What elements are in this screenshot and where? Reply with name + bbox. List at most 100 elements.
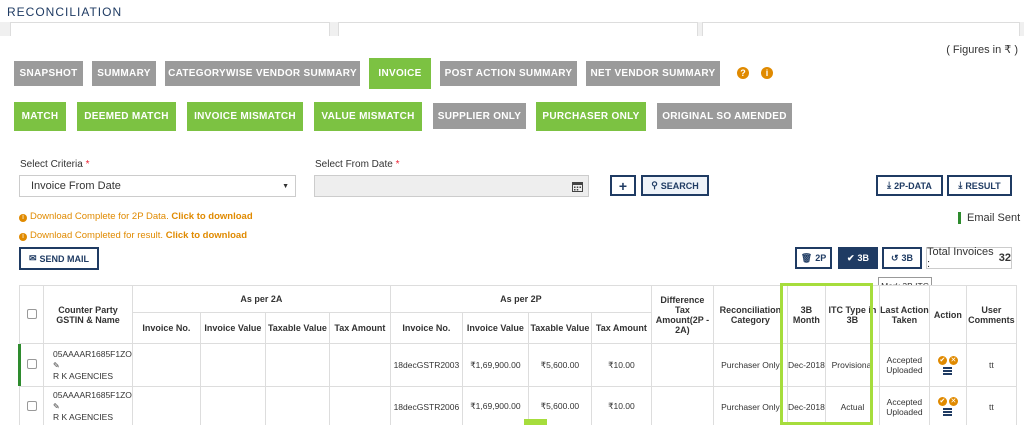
list-icon[interactable] (943, 366, 953, 375)
click-to-download-link[interactable]: Click to download (171, 211, 252, 222)
cell-2a-invoice-no (131, 343, 201, 387)
tab-strip-segment (702, 22, 1020, 36)
counterparty-cell: 05AAAAR1685F1ZO ✎ R K AGENCIES (43, 386, 133, 425)
horizontal-scrollbar-thumb[interactable] (524, 419, 547, 425)
check-circle-icon: ✔ (846, 252, 855, 263)
subtab-deemed-match[interactable]: DEEMED MATCH (77, 102, 176, 131)
subtab-supplier-only[interactable]: SUPPLIER ONLY (433, 103, 526, 129)
mark-2p-button[interactable]: 🗑 2P (795, 247, 832, 269)
cell-2p-tax-amount: ₹10.00 (590, 343, 652, 387)
cell-difference (650, 386, 714, 425)
counterparty-name: R K AGENCIES (53, 370, 113, 381)
subtab-invoice-mismatch[interactable]: INVOICE MISMATCH (187, 102, 303, 131)
cell-2p-invoice-value: ₹1,69,900.00 (461, 343, 529, 387)
col-3b-month: 3B Month (786, 285, 826, 344)
subtab-purchaser-only[interactable]: PURCHASER ONLY (536, 102, 646, 131)
edit-icon[interactable]: ✎ (53, 361, 60, 370)
tab-strip-segment (338, 22, 698, 36)
calendar-icon[interactable] (566, 176, 588, 196)
download-icon: ⤓ (958, 180, 963, 190)
cell-2a-tax-amount (328, 386, 391, 425)
select-all-checkbox[interactable] (26, 308, 37, 319)
counterparty-name: R K AGENCIES (53, 412, 113, 422)
col-2a-invoice-value: Invoice Value (199, 312, 266, 344)
download-2p-data-button[interactable]: ⤓ 2P-DATA (876, 175, 943, 196)
col-2p-tax-amount: Tax Amount (590, 312, 652, 344)
add-button[interactable]: + (610, 175, 636, 196)
col-2a-taxable-value: Taxable Value (264, 312, 330, 344)
criteria-select-value: Invoice From Date (31, 180, 121, 192)
subtab-value-mismatch[interactable]: VALUE MISMATCH (314, 102, 422, 131)
tab-post-action-summary[interactable]: POST ACTION SUMMARY (440, 61, 577, 86)
help-question-icon[interactable]: ? (737, 67, 749, 79)
cell-2a-tax-amount (328, 343, 391, 387)
col-2p-taxable-value: Taxable Value (527, 312, 592, 344)
col-itc-type: ITC Type in 3B (824, 285, 880, 344)
table-row[interactable]: 05AAAAR1685F1ZO ✎ R K AGENCIES 18decGSTR… (19, 386, 1017, 425)
table-row[interactable]: 05AAAAR1685F1ZO ✎ R K AGENCIES 18decGSTR… (19, 343, 1017, 387)
criteria-label: Select Criteria * (20, 159, 90, 170)
cell-3b-month: Dec-2018 (786, 343, 826, 387)
undo-3b-button[interactable]: ↺ 3B (882, 247, 922, 269)
accept-icon[interactable]: ✔ (937, 397, 947, 406)
mail-icon: ✉ (28, 253, 37, 263)
from-date-input[interactable] (314, 175, 589, 197)
counterparty-cell: 05AAAAR1685F1ZO ✎ R K AGENCIES (43, 343, 133, 387)
col-2p-invoice-value: Invoice Value (461, 312, 529, 344)
download-note-result: i Download Completed for result. Click to… (19, 230, 247, 241)
tab-snapshot[interactable]: SNAPSHOT (14, 61, 83, 86)
cell-3b-month: Dec-2018 (786, 386, 826, 425)
search-button[interactable]: ⚲ SEARCH (641, 175, 709, 196)
click-to-download-link[interactable]: Click to download (166, 230, 247, 241)
col-comments: User Comments (965, 285, 1017, 344)
cell-difference (650, 343, 714, 387)
cell-2a-invoice-no (131, 386, 201, 425)
row-checkbox[interactable] (26, 359, 37, 369)
gstin: 05AAAAR1685F1ZO (53, 348, 132, 359)
criteria-select[interactable]: Invoice From Date ▼ (19, 175, 296, 197)
col-counterparty: Counter Party GSTIN & Name (43, 285, 133, 344)
info-icon: i (19, 214, 27, 222)
page-title: RECONCILIATION (7, 5, 123, 19)
tab-categorywise-vendor-summary[interactable]: CATEGORYWISE VENDOR SUMMARY (165, 61, 360, 86)
mark-3b-button[interactable]: ✔ 3B (838, 247, 878, 269)
cell-action: ✔ ✕ (928, 386, 967, 425)
cell-itc-type: Provisional (824, 343, 880, 387)
accept-icon[interactable]: ✔ (937, 355, 947, 365)
info-icon[interactable]: i (761, 67, 773, 79)
cell-2p-invoice-no: 18decGSTR2006 (389, 386, 463, 425)
info-icon: i (19, 233, 27, 241)
reject-icon[interactable]: ✕ (948, 397, 958, 406)
subtab-match[interactable]: MATCH (14, 102, 66, 131)
row-checkbox[interactable] (26, 400, 37, 411)
gstin: 05AAAAR1685F1ZO (53, 390, 132, 400)
cell-category: Purchaser Only (712, 343, 788, 387)
top-tab-strip (0, 22, 1024, 36)
cell-comment: tt (965, 343, 1017, 387)
download-result-button[interactable]: ⤓ RESULT (947, 175, 1012, 196)
subtab-original-so-amended[interactable]: ORIGINAL SO AMENDED (657, 103, 792, 129)
tab-invoice[interactable]: INVOICE (369, 58, 431, 89)
cell-last-action: Accepted Uploaded (878, 386, 930, 425)
col-2a-invoice-no: Invoice No. (131, 312, 201, 344)
cell-2a-taxable-value (264, 386, 330, 425)
figures-note: ( Figures in ₹ ) (946, 44, 1018, 56)
cell-category: Purchaser Only (712, 386, 788, 425)
trash-icon: 🗑 (800, 252, 813, 263)
col-difference: Difference Tax Amount(2P - 2A) (650, 285, 714, 344)
cell-2a-taxable-value (264, 343, 330, 387)
list-icon[interactable] (943, 408, 953, 416)
tab-summary[interactable]: SUMMARY (92, 61, 156, 86)
send-mail-button[interactable]: ✉ SEND MAIL (19, 247, 99, 270)
cell-comment: tt (965, 386, 1017, 425)
cell-2a-invoice-value (199, 386, 266, 425)
cell-2p-taxable-value: ₹5,600.00 (527, 343, 592, 387)
cell-2p-invoice-value: ₹1,69,900.00 (461, 386, 529, 425)
cell-2a-invoice-value (199, 343, 266, 387)
tab-strip-segment (10, 22, 330, 36)
edit-icon[interactable]: ✎ (53, 402, 60, 411)
cell-last-action: Accepted Uploaded (878, 343, 930, 387)
cell-action: ✔ ✕ (928, 343, 967, 387)
tab-net-vendor-summary[interactable]: NET VENDOR SUMMARY (586, 61, 720, 86)
reject-icon[interactable]: ✕ (948, 355, 958, 365)
